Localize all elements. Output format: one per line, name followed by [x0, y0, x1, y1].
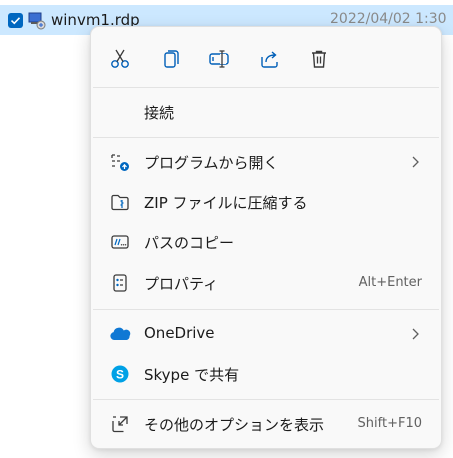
onedrive-icon — [109, 324, 131, 344]
more-options-icon — [109, 414, 131, 434]
menu-item-label: パスのコピー — [144, 234, 235, 252]
rename-button[interactable] — [199, 40, 239, 78]
file-date: 2022/04/02 1:30 — [330, 11, 447, 27]
menu-item-connect[interactable]: 接続 — [95, 94, 437, 130]
quick-actions-bar — [91, 40, 441, 78]
divider — [93, 87, 439, 88]
menu-item-open-with[interactable]: プログラムから開く — [95, 144, 437, 180]
skype-icon: S — [109, 364, 131, 384]
cut-button[interactable] — [100, 40, 140, 78]
context-menu: 接続 プログラムから開く ZIP ファイルに圧縮する パスのコピー プロパティ … — [90, 26, 442, 449]
menu-item-skype-share[interactable]: S Skype で共有 — [95, 356, 437, 392]
menu-item-label: Skype で共有 — [144, 366, 240, 384]
menu-item-label: プログラムから開く — [144, 154, 279, 172]
menu-item-properties[interactable]: プロパティ Alt+Enter — [95, 265, 437, 301]
divider — [93, 309, 439, 310]
menu-item-label: OneDrive — [144, 324, 215, 342]
copy-icon — [164, 50, 179, 68]
divider — [93, 399, 439, 400]
copy-button[interactable] — [150, 40, 190, 78]
trash-icon — [312, 50, 326, 68]
chevron-right-icon — [412, 156, 419, 168]
menu-item-label: その他のオプションを表示 — [144, 416, 325, 434]
divider — [93, 137, 439, 138]
delete-button[interactable] — [299, 40, 339, 78]
shortcut-hint: Alt+Enter — [358, 275, 422, 290]
copy-path-icon — [109, 232, 131, 252]
scissors-icon — [111, 49, 129, 68]
menu-item-label: ZIP ファイルに圧縮する — [144, 194, 308, 212]
zip-folder-icon — [109, 192, 131, 212]
menu-item-copy-path[interactable]: パスのコピー — [95, 224, 437, 260]
properties-icon — [109, 273, 131, 293]
menu-item-label: 接続 — [144, 104, 175, 122]
shortcut-hint: Shift+F10 — [357, 416, 422, 431]
menu-item-compress-zip[interactable]: ZIP ファイルに圧縮する — [95, 184, 437, 220]
checkbox-icon[interactable] — [8, 13, 23, 28]
menu-item-label: プロパティ — [144, 275, 219, 293]
menu-item-onedrive[interactable]: OneDrive — [95, 316, 437, 352]
share-button[interactable] — [249, 40, 289, 78]
svg-text:S: S — [116, 368, 124, 382]
rename-icon — [209, 50, 229, 68]
share-icon — [261, 51, 278, 68]
open-with-icon — [109, 152, 131, 172]
menu-item-more-options[interactable]: その他のオプションを表示 Shift+F10 — [95, 406, 437, 442]
rdp-file-icon — [27, 11, 47, 31]
chevron-right-icon — [412, 328, 419, 340]
